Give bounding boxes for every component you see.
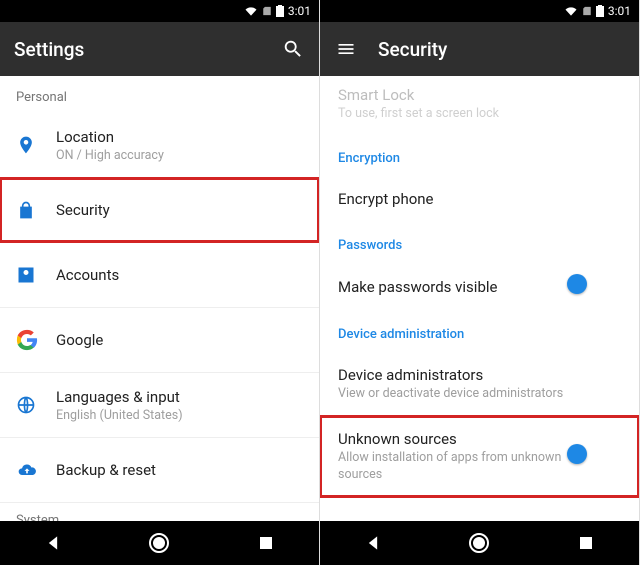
nav-recent-icon[interactable]: [566, 523, 606, 563]
passwords-visible-toggle[interactable]: [585, 277, 621, 297]
location-pin-icon: [16, 135, 56, 155]
lock-icon: [16, 200, 56, 220]
phone-right: 3:01 Security Smart Lock To use, first s…: [320, 0, 640, 565]
google-icon: [16, 329, 56, 351]
device-administrators-item[interactable]: Device administrators View or deactivate …: [320, 352, 639, 416]
settings-item-languages[interactable]: Languages & input English (United States): [0, 373, 319, 437]
section-passwords: Passwords: [320, 222, 639, 263]
sublabel: View or deactivate device administrators: [338, 386, 621, 402]
page-title: Security: [378, 38, 625, 61]
nav-recent-icon[interactable]: [246, 523, 286, 563]
battery-icon: [276, 5, 284, 17]
nav-back-icon[interactable]: [33, 523, 73, 563]
label: Accounts: [56, 266, 303, 284]
section-device-admin: Device administration: [320, 311, 639, 352]
hamburger-menu-icon[interactable]: [334, 37, 358, 61]
phone-left: 3:01 Settings Personal Location ON / High…: [0, 0, 320, 565]
section-personal: Personal: [0, 76, 319, 113]
settings-item-backup[interactable]: Backup & reset: [0, 438, 319, 502]
label: Location: [56, 128, 303, 146]
account-icon: [16, 265, 56, 285]
wifi-icon: [564, 6, 578, 17]
label: Device administrators: [338, 366, 621, 384]
label: Google: [56, 331, 303, 349]
label: Make passwords visible: [338, 278, 585, 296]
unknown-sources-item[interactable]: Unknown sources Allow installation of app…: [320, 416, 639, 497]
settings-item-accounts[interactable]: Accounts: [0, 243, 319, 307]
encrypt-phone-item[interactable]: Encrypt phone: [320, 176, 639, 222]
label: Security: [56, 201, 303, 219]
app-bar: Settings: [0, 22, 319, 76]
sublabel: ON / High accuracy: [56, 148, 303, 163]
label: Unknown sources: [338, 430, 585, 448]
section-system: System: [0, 502, 319, 521]
globe-icon: [16, 395, 56, 415]
status-bar: 3:01: [0, 0, 319, 22]
label: Backup & reset: [56, 461, 303, 479]
status-bar: 3:01: [320, 0, 639, 22]
navigation-bar: [320, 521, 639, 565]
sublabel: Allow installation of apps from unknown …: [338, 450, 585, 483]
no-sim-icon: [582, 5, 592, 17]
label: Languages & input: [56, 388, 303, 406]
page-title: Settings: [14, 38, 261, 61]
cloud-upload-icon: [16, 460, 56, 480]
settings-item-security[interactable]: Security: [0, 178, 319, 242]
sublabel: To use, first set a screen lock: [338, 106, 621, 121]
battery-icon: [596, 5, 604, 17]
no-sim-icon: [262, 5, 272, 17]
unknown-sources-toggle[interactable]: [585, 447, 621, 467]
search-icon[interactable]: [281, 37, 305, 61]
label: Smart Lock: [338, 86, 621, 104]
settings-item-location[interactable]: Location ON / High accuracy: [0, 113, 319, 177]
security-list: Smart Lock To use, first set a screen lo…: [320, 76, 639, 521]
sublabel: English (United States): [56, 408, 303, 423]
navigation-bar: [0, 521, 319, 565]
status-time: 3:01: [608, 4, 631, 18]
label: Encrypt phone: [338, 190, 621, 208]
smart-lock-item: Smart Lock To use, first set a screen lo…: [320, 76, 639, 135]
nav-back-icon[interactable]: [353, 523, 393, 563]
app-bar: Security: [320, 22, 639, 76]
nav-home-icon[interactable]: [139, 523, 179, 563]
status-time: 3:01: [288, 4, 311, 18]
nav-home-icon[interactable]: [459, 523, 499, 563]
settings-list: Personal Location ON / High accuracy Secu…: [0, 76, 319, 521]
section-encryption: Encryption: [320, 135, 639, 176]
settings-item-google[interactable]: Google: [0, 308, 319, 372]
passwords-visible-item[interactable]: Make passwords visible: [320, 263, 639, 311]
wifi-icon: [244, 6, 258, 17]
